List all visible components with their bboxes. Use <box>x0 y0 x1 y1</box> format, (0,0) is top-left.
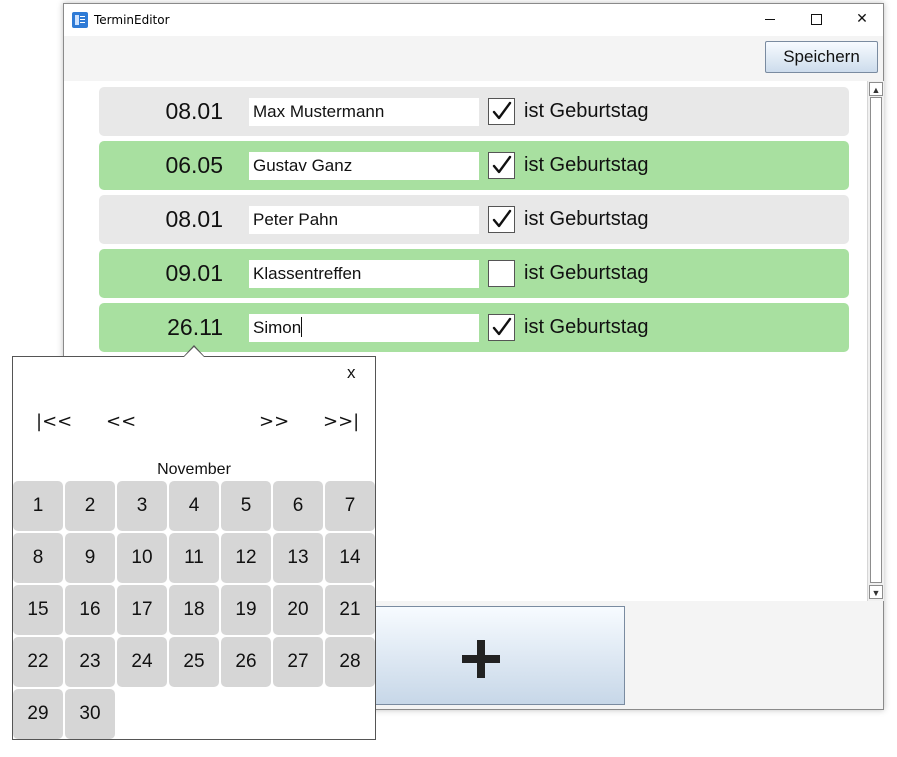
calendar-day[interactable]: 17 <box>117 585 167 635</box>
appointment-row: 26.11 Simon ist Geburtstag <box>99 303 849 352</box>
birthday-checkbox-label: ist Geburtstag <box>524 100 649 122</box>
calendar-day[interactable]: 20 <box>273 585 323 635</box>
birthday-checkbox[interactable] <box>488 260 515 287</box>
calendar-day[interactable]: 27 <box>273 637 323 687</box>
birthday-checkbox-label: ist Geburtstag <box>524 208 649 230</box>
calendar-day[interactable]: 21 <box>325 585 375 635</box>
calendar-day[interactable]: 10 <box>117 533 167 583</box>
calendar-day[interactable]: 4 <box>169 481 219 531</box>
calendar-day[interactable]: 1 <box>13 481 63 531</box>
name-input[interactable]: Max Mustermann <box>249 98 479 126</box>
calendar-day[interactable]: 13 <box>273 533 323 583</box>
name-value: Klassentreffen <box>253 264 362 283</box>
scroll-thumb[interactable] <box>870 97 882 583</box>
appointment-row: 08.01 Max Mustermann ist Geburtstag <box>99 87 849 136</box>
calendar-day[interactable]: 11 <box>169 533 219 583</box>
calendar-day[interactable]: 29 <box>13 689 63 739</box>
birthday-checkbox[interactable] <box>488 206 515 233</box>
calendar-day[interactable]: 5 <box>221 481 271 531</box>
minimize-icon <box>765 18 775 20</box>
calendar-day[interactable]: 28 <box>325 637 375 687</box>
calendar-day[interactable]: 8 <box>13 533 63 583</box>
name-value: Simon <box>253 318 302 337</box>
name-value: Peter Pahn <box>253 210 339 229</box>
calendar-day[interactable]: 16 <box>65 585 115 635</box>
last-month-button[interactable]: >>| <box>323 411 359 432</box>
calendar-day[interactable]: 23 <box>65 637 115 687</box>
previous-month-button[interactable]: << <box>106 411 136 432</box>
date-label[interactable]: 09.01 <box>99 249 223 298</box>
calendar-day[interactable]: 6 <box>273 481 323 531</box>
birthday-checkbox[interactable] <box>488 98 515 125</box>
name-value: Gustav Ganz <box>253 156 353 175</box>
close-button[interactable]: ✕ <box>839 4 885 34</box>
name-input[interactable]: Simon <box>249 314 479 342</box>
date-label[interactable]: 08.01 <box>99 87 223 136</box>
calendar-day[interactable]: 26 <box>221 637 271 687</box>
birthday-checkbox-label: ist Geburtstag <box>524 262 649 284</box>
name-input[interactable]: Gustav Ganz <box>249 152 479 180</box>
date-picker-close-button[interactable]: x <box>347 363 356 383</box>
toolbar: Speichern <box>64 36 883 81</box>
calendar-day[interactable]: 22 <box>13 637 63 687</box>
maximize-button[interactable] <box>793 4 839 34</box>
calendar-day[interactable]: 14 <box>325 533 375 583</box>
vertical-scrollbar[interactable]: ▲ ▼ <box>867 81 884 601</box>
calendar-day[interactable]: 7 <box>325 481 375 531</box>
calendar-day[interactable]: 15 <box>13 585 63 635</box>
close-icon: ✕ <box>856 11 868 27</box>
minimize-button[interactable] <box>747 4 793 34</box>
calendar-day[interactable]: 3 <box>117 481 167 531</box>
calendar-day[interactable]: 30 <box>65 689 115 739</box>
date-label[interactable]: 06.05 <box>99 141 223 190</box>
month-label: November <box>157 461 231 478</box>
add-entry-button[interactable] <box>370 606 625 705</box>
appointment-row: 09.01 Klassentreffen ist Geburtstag <box>99 249 849 298</box>
date-picker-popup: x |<< << >> >>| November 1 2 3 4 5 6 7 8 9 10 11 12… <box>12 356 376 740</box>
name-input[interactable]: Peter Pahn <box>249 206 479 234</box>
title-bar: TerminEditor ✕ <box>64 4 883 36</box>
maximize-icon <box>810 13 822 25</box>
appointment-row: 06.05 Gustav Ganz ist Geburtstag <box>99 141 849 190</box>
name-input[interactable]: Klassentreffen <box>249 260 479 288</box>
calendar-day[interactable]: 24 <box>117 637 167 687</box>
app-icon <box>72 12 88 28</box>
first-month-button[interactable]: |<< <box>36 411 72 432</box>
scroll-down-arrow-icon[interactable]: ▼ <box>869 585 883 599</box>
calendar-day[interactable]: 12 <box>221 533 271 583</box>
appointment-row: 08.01 Peter Pahn ist Geburtstag <box>99 195 849 244</box>
birthday-checkbox-label: ist Geburtstag <box>524 316 649 338</box>
calendar-day[interactable]: 9 <box>65 533 115 583</box>
calendar-day[interactable]: 25 <box>169 637 219 687</box>
calendar-day[interactable]: 2 <box>65 481 115 531</box>
next-month-button[interactable]: >> <box>259 411 289 432</box>
scroll-up-arrow-icon[interactable]: ▲ <box>869 82 883 96</box>
birthday-checkbox-label: ist Geburtstag <box>524 154 649 176</box>
window-title: TerminEditor <box>94 13 170 27</box>
save-button[interactable]: Speichern <box>765 41 878 73</box>
birthday-checkbox[interactable] <box>488 314 515 341</box>
date-label[interactable]: 08.01 <box>99 195 223 244</box>
calendar-day[interactable]: 18 <box>169 585 219 635</box>
name-value: Max Mustermann <box>253 102 385 121</box>
calendar-day[interactable]: 19 <box>221 585 271 635</box>
birthday-checkbox[interactable] <box>488 152 515 179</box>
